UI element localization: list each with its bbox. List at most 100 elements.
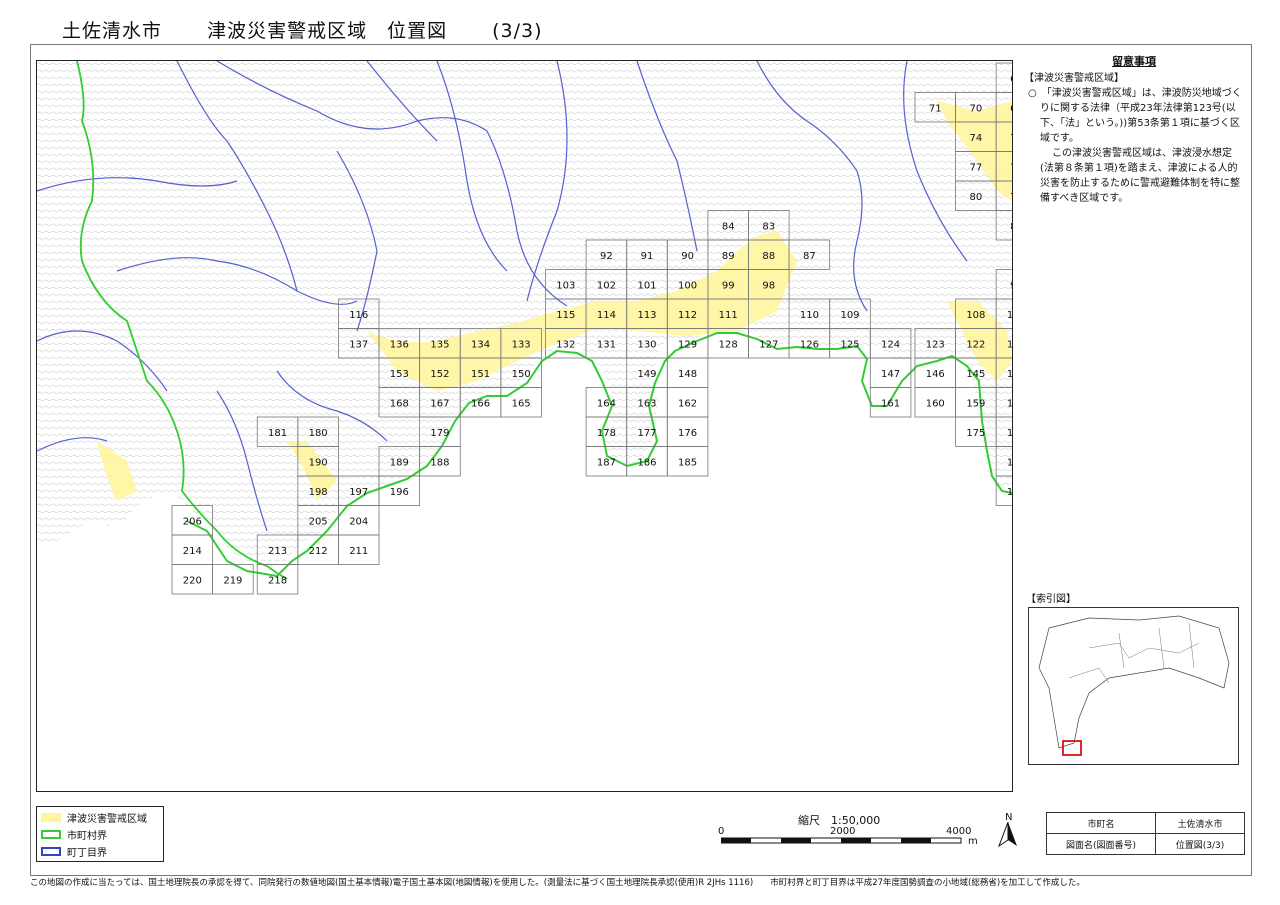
notes-paragraph-2: この津波災害警戒区域は、津波浸水想定(法第８条第１項)を踏まえ、津波による人的災…	[1040, 148, 1240, 204]
city-name: 土佐清水市	[62, 20, 163, 42]
grid-cell-label: 218	[268, 575, 287, 586]
grid-cell-label: 91	[641, 251, 654, 262]
grid-cell-label: 108	[966, 310, 985, 321]
grid-cell-label: 99	[722, 280, 735, 291]
grid-cell-label: 136	[390, 339, 409, 350]
grid-cell-176[interactable]: 176	[666, 416, 709, 447]
legend-label-municipality: 市町村界	[67, 830, 107, 842]
grid-cell-label: 112	[678, 310, 697, 321]
grid-cell-label: 176	[678, 428, 697, 439]
grid-cell-label: 188	[430, 457, 449, 468]
info-value-city: 土佐清水市	[1155, 812, 1245, 834]
grid-cell-label: 204	[349, 516, 368, 527]
grid-cell-label: 114	[597, 310, 616, 321]
map-legend: 津波災害警戒区域 市町村界 町丁目界	[36, 806, 164, 862]
grid-cell-label: 187	[597, 457, 616, 468]
grid-cell-label: 132	[556, 339, 575, 350]
grid-cell-185[interactable]: 185	[666, 446, 709, 477]
grid-cell-162[interactable]: 162	[666, 387, 709, 418]
grid-cell-218[interactable]: 218	[256, 564, 299, 595]
notes-panel: 留意事項 【津波災害警戒区域】 ○ 「津波災害警戒区域」は、津波防災地域づくりに…	[1024, 54, 1244, 206]
grid-cell-label: 126	[800, 339, 819, 350]
grid-cell-label: 102	[597, 280, 616, 291]
page-indicator: (3/3)	[492, 20, 543, 42]
scale-bar-graphic	[721, 837, 962, 844]
grid-cell-label: 70	[969, 103, 982, 114]
grid-cell-label: 100	[678, 280, 697, 291]
grid-cell-label: 185	[678, 457, 697, 468]
grid-cell-label: 115	[556, 310, 575, 321]
grid-cell-label: 159	[966, 398, 985, 409]
legend-swatch-municipality	[41, 829, 61, 839]
grid-cell-label: 135	[430, 339, 449, 350]
grid-cell-165[interactable]: 165	[500, 387, 542, 418]
info-key-city: 市町名	[1046, 812, 1156, 834]
grid-cell-label: 219	[223, 575, 242, 586]
grid-cell-label: 180	[309, 428, 328, 439]
grid-cell-label: 165	[512, 398, 531, 409]
legend-label-town: 町丁目界	[67, 847, 107, 859]
grid-cell-label: 146	[926, 369, 945, 380]
legend-swatch-town	[41, 846, 61, 856]
notes-heading: 留意事項	[1112, 55, 1156, 68]
grid-cell-219[interactable]: 219	[212, 564, 254, 595]
grid-cell-label: 97	[1010, 280, 1012, 291]
grid-cell-label: 101	[637, 280, 656, 291]
grid-cell-label: 164	[597, 398, 616, 409]
grid-cell-label: 83	[762, 221, 775, 232]
grid-cell-label: 175	[966, 428, 985, 439]
grid-cell-label: 110	[800, 310, 819, 321]
grid-cell-label: 147	[881, 369, 900, 380]
grid-cell-label: 89	[722, 251, 735, 262]
legend-swatch-tsunami	[41, 812, 61, 822]
grid-cell-label: 122	[966, 339, 985, 350]
grid-cell-160[interactable]: 160	[914, 387, 956, 418]
grid-cell-label: 137	[349, 339, 368, 350]
grid-cell-label: 71	[929, 103, 942, 114]
grid-cell-label: 181	[268, 428, 287, 439]
grid-cell-label: 123	[926, 339, 945, 350]
grid-cell-148[interactable]: 148	[666, 357, 709, 388]
grid-cell-label: 79	[1010, 192, 1012, 203]
grid-cell-label: 127	[759, 339, 778, 350]
legend-label-tsunami: 津波災害警戒区域	[67, 813, 147, 825]
grid-cell-label: 166	[471, 398, 490, 409]
index-map-svg	[1038, 615, 1230, 756]
grid-cell-label: 88	[762, 251, 775, 262]
grid-cell-label: 186	[637, 457, 656, 468]
grid-cell-label: 158	[1007, 398, 1012, 409]
grid-cell-147[interactable]: 147	[869, 357, 912, 388]
grid-cell-label: 109	[840, 310, 859, 321]
grid-cell-label: 220	[183, 575, 202, 586]
map-svg: 66 71 70 69 74 73 77 76 80 79 82 84 83 92 91 90 89 88 87 10…	[37, 61, 1012, 595]
grid-cell-label: 113	[637, 310, 656, 321]
main-map[interactable]: 66 71 70 69 74 73 77 76 80 79 82 84 83 92 91 90 89 88 87 10…	[36, 60, 1013, 792]
grid-cell-label: 153	[390, 369, 409, 380]
grid-cell-211[interactable]: 211	[338, 534, 380, 565]
map-name: 津波災害警戒区域 位置図	[207, 20, 448, 42]
grid-cell-label: 128	[719, 339, 738, 350]
grid-cell-label: 151	[471, 369, 490, 380]
grid-cell-label: 69	[1010, 103, 1012, 114]
grid-cell-label: 111	[719, 310, 738, 321]
grid-cell-label: 74	[969, 133, 982, 144]
grid-cell-label: 178	[597, 428, 616, 439]
current-area-marker	[1062, 740, 1082, 756]
grid-cell-label: 124	[881, 339, 900, 350]
grid-cell-label: 149	[637, 369, 656, 380]
notes-subheading: 【津波災害警戒区域】	[1024, 73, 1124, 84]
grid-cell-label: 125	[840, 339, 859, 350]
grid-cell-label: 130	[637, 339, 656, 350]
grid-cell-220[interactable]: 220	[171, 564, 213, 595]
info-table: 市町名 土佐清水市 図面名(図面番号) 位置図(3/3)	[1046, 812, 1245, 855]
grid-cell-214[interactable]: 214	[171, 534, 213, 565]
grid-cell-161[interactable]: 161	[869, 387, 912, 418]
grid-cell-label: 134	[471, 339, 490, 350]
grid-cell-label: 148	[678, 369, 697, 380]
grid-cell-label: 133	[512, 339, 531, 350]
legend-item-municipality: 市町村界	[41, 828, 107, 842]
scale-bar: 縮尺 1:50,000 0 2000 4000 m	[718, 812, 978, 852]
grid-cell-label: 190	[309, 457, 328, 468]
grid-cell-label: 174	[1007, 428, 1012, 439]
index-map-label: 【索引図】	[1026, 594, 1076, 605]
